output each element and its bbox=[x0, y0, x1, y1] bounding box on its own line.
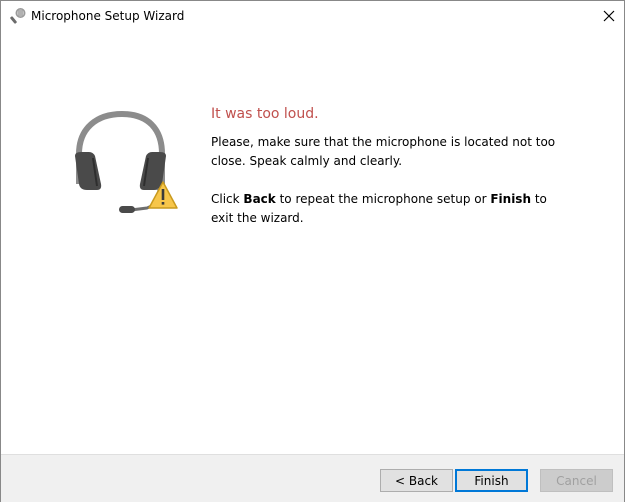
instruction-text: Click Back to repeat the microphone setu… bbox=[211, 190, 571, 228]
wizard-content: It was too loud. Please, make sure that … bbox=[1, 32, 624, 454]
instruction-prefix: Click bbox=[211, 192, 244, 206]
microphone-icon bbox=[9, 7, 27, 25]
instruction-middle: to repeat the microphone setup or bbox=[275, 192, 491, 206]
message-text: Please, make sure that the microphone is… bbox=[211, 135, 556, 168]
window-title: Microphone Setup Wizard bbox=[31, 9, 185, 23]
wizard-window: Microphone Setup Wizard It was too loud.… bbox=[0, 0, 625, 502]
status-heading: It was too loud. bbox=[211, 106, 319, 122]
title-bar: Microphone Setup Wizard bbox=[1, 1, 624, 32]
finish-button[interactable]: Finish bbox=[455, 469, 528, 492]
back-button[interactable]: < Back bbox=[380, 469, 453, 492]
instruction-finish-word: Finish bbox=[490, 192, 531, 206]
button-bar: < Back Finish Cancel bbox=[1, 454, 624, 502]
instruction-back-word: Back bbox=[243, 192, 276, 206]
close-icon bbox=[603, 7, 615, 26]
close-button[interactable] bbox=[594, 1, 624, 32]
headset-warning-icon bbox=[67, 104, 183, 216]
cancel-button[interactable]: Cancel bbox=[540, 469, 613, 492]
